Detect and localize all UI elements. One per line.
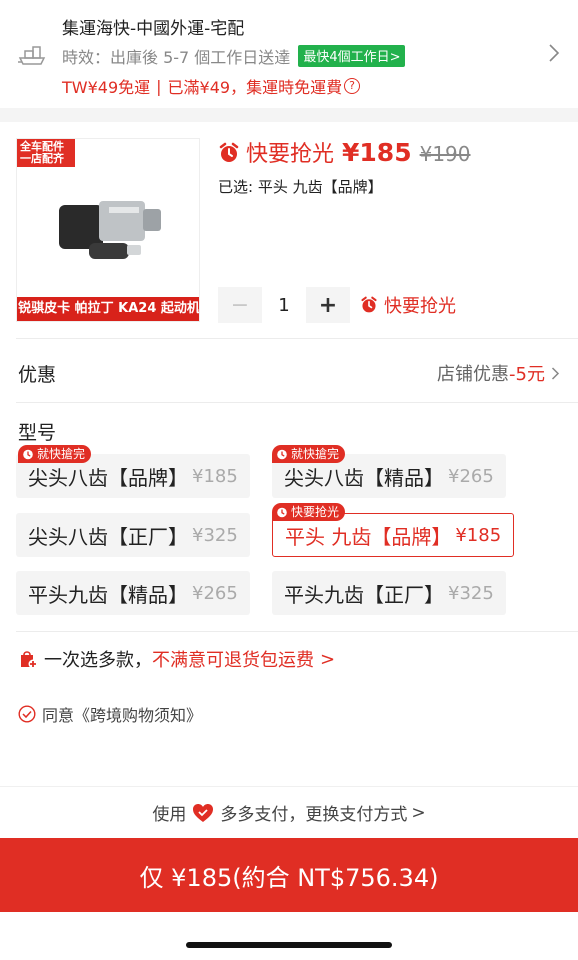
price-row: 快要抢光 ¥185 ¥190 <box>218 136 471 168</box>
payment-method-text: 多多支付，更换支付方式 <box>220 805 408 825</box>
chevron-right-icon <box>551 366 560 380</box>
alarm-clock-icon <box>277 507 287 518</box>
model-option-price: ¥185 <box>192 465 238 487</box>
chevron-right-icon[interactable] <box>548 42 560 64</box>
ship-icon <box>18 46 46 65</box>
stock-tag: 就快搶完 <box>18 445 92 463</box>
shipping-free-info: TW¥49免運 | 已滿¥49，集運時免運費 ? <box>62 74 361 98</box>
divider <box>16 631 578 632</box>
image-tag-line2: 一店配齐 <box>20 152 64 165</box>
divider <box>16 338 578 339</box>
model-option-price: ¥265 <box>192 582 238 604</box>
model-option-price: ¥185 <box>455 524 502 546</box>
model-option[interactable]: 尖头八齿【正厂】 ¥325 <box>16 513 250 557</box>
product-image[interactable]: 全车配件 一店配齐 锐骐皮卡 帕拉丁 KA24 起动机 <box>16 138 200 322</box>
stock-tag-text: 快要抢光 <box>291 505 340 519</box>
buy-button[interactable]: 仅 ¥185(約合 NT$756.34) <box>0 838 578 912</box>
quantity-hint: 快要抢光 <box>360 292 456 318</box>
stock-tag: 就快搶完 <box>272 445 346 463</box>
chevron-right-icon: > <box>411 802 426 823</box>
fastest-badge: 最快4個工作日> <box>298 45 406 67</box>
selected-variant: 已选: 平头 九齿【品牌】 <box>218 178 383 196</box>
free-shipping-text: TW¥49免運 <box>62 78 151 97</box>
multi-select-banner[interactable]: 一次选多款， 不满意可退货包运费 > <box>18 646 335 672</box>
model-option-name: 尖头八齿【正厂】 <box>28 524 188 549</box>
model-option[interactable]: 平头九齿【精品】 ¥265 <box>16 571 250 615</box>
alarm-clock-icon <box>219 142 239 162</box>
model-option-name: 尖头八齿【精品】 <box>284 465 444 490</box>
model-option-name: 平头九齿【正厂】 <box>284 582 444 607</box>
increase-button[interactable]: + <box>306 287 350 323</box>
alarm-clock-icon <box>277 449 287 460</box>
quantity-stepper: − 1 + 快要抢光 <box>218 287 456 323</box>
promo-value-prefix: 店铺优惠 <box>437 364 510 385</box>
model-option-price: ¥325 <box>192 524 238 546</box>
model-option-name: 平头九齿【精品】 <box>28 582 188 607</box>
alarm-clock-icon <box>361 296 377 313</box>
separator: | <box>156 76 162 96</box>
image-tag: 全车配件 一店配齐 <box>17 139 75 167</box>
model-option-price: ¥265 <box>448 465 494 487</box>
multi-highlight: 不满意可退货包运费 <box>152 650 314 671</box>
model-option[interactable]: 平头九齿【正厂】 ¥325 <box>272 571 506 615</box>
payment-prefix: 使用 <box>152 805 187 825</box>
divider <box>16 402 578 403</box>
stock-tag-text: 就快搶完 <box>291 447 340 461</box>
agreement-row[interactable]: 同意《跨境购物须知》 <box>18 702 202 726</box>
chevron-right-icon: > <box>320 648 336 670</box>
quantity-hint-text: 快要抢光 <box>384 296 456 317</box>
stock-tag: 快要抢光 <box>272 503 346 521</box>
home-indicator[interactable] <box>186 942 392 948</box>
current-price: ¥185 <box>342 138 412 167</box>
heart-icon <box>193 803 214 822</box>
shipping-timing-text: 時效：出庫後 5-7 個工作日送達 <box>62 48 291 67</box>
multi-text: 一次选多款， <box>44 650 152 671</box>
agreement-text[interactable]: 同意《跨境购物须知》 <box>42 702 202 726</box>
check-circle-icon[interactable] <box>18 705 36 723</box>
model-option-price: ¥325 <box>448 582 494 604</box>
section-gap <box>0 108 578 122</box>
model-option-name: 平头 九齿【品牌】 <box>285 524 452 549</box>
price-label: 快要抢光 <box>246 142 335 167</box>
help-icon[interactable]: ? <box>344 78 361 94</box>
shopping-bag-plus-icon <box>21 651 38 669</box>
model-label: 型号 <box>18 422 57 444</box>
payment-method-bar[interactable]: 使用 多多支付，更换支付方式 > <box>0 786 578 838</box>
model-option-name: 尖头八齿【品牌】 <box>28 465 188 490</box>
decrease-button[interactable]: − <box>218 287 262 323</box>
shipping-title: 集運海快-中國外運-宅配 <box>62 19 245 39</box>
promo-amount: -5元 <box>509 364 545 385</box>
shipping-section[interactable]: 集運海快-中國外運-宅配 時效：出庫後 5-7 個工作日送達 最快4個工作日> … <box>0 0 578 108</box>
original-price: ¥190 <box>419 142 471 166</box>
stock-tag-text: 就快搶完 <box>37 447 86 461</box>
threshold-text: 已滿¥49，集運時免運費 <box>167 78 343 97</box>
promo-value[interactable]: 店铺优惠 -5元 <box>437 360 560 386</box>
promo-label: 优惠 <box>18 364 57 386</box>
shipping-timing: 時效：出庫後 5-7 個工作日送達 最快4個工作日> <box>62 44 406 68</box>
starter-motor-illustration <box>59 201 161 259</box>
image-caption: 锐骐皮卡 帕拉丁 KA24 起动机 <box>17 297 199 321</box>
quantity-value[interactable]: 1 <box>262 295 306 316</box>
alarm-clock-icon <box>23 449 33 460</box>
